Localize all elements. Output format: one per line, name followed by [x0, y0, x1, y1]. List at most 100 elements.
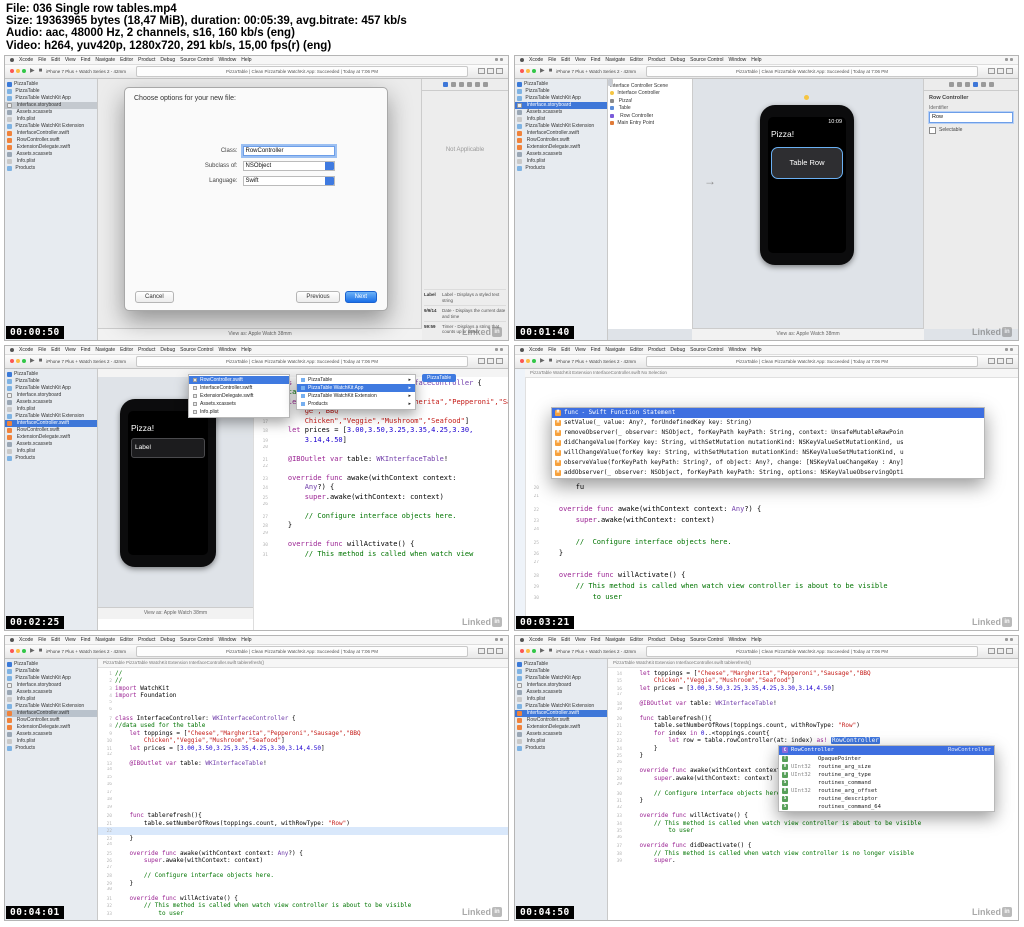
navigator-file-row[interactable]: PizzaTable — [5, 378, 97, 385]
menu-item[interactable]: Debug — [160, 57, 175, 63]
menu-item[interactable]: Window — [728, 57, 746, 63]
navigator-file-row[interactable]: Info.plist — [5, 696, 97, 703]
menu-file-item[interactable]: Info.plist — [189, 408, 289, 416]
navigator-file-row[interactable]: Assets.xcassets — [5, 689, 97, 696]
scene-outline-row[interactable]: Row Controller — [608, 112, 692, 120]
editor-toggle-buttons[interactable] — [988, 358, 1013, 365]
identifier-input[interactable]: Row — [929, 111, 1013, 123]
menu-group-item[interactable]: PizzaTable WatchKit App ▸ — [297, 383, 415, 392]
autocomplete-row[interactable]: M removeObserver(_ observer: NSObject, f… — [552, 428, 984, 438]
editor-toggle-buttons[interactable] — [478, 358, 503, 365]
source-editor[interactable]: 1// 2// 3 import WatchKit 4 import Foundat… — [98, 668, 508, 920]
menu-item[interactable]: Help — [751, 57, 761, 63]
menu-item[interactable]: Xcode — [529, 57, 543, 63]
jump-bar[interactable]: PizzaTable PizzaTable WatchKit Extension… — [98, 658, 508, 668]
window-controls[interactable] — [10, 69, 26, 74]
stop-button[interactable]: ■ — [549, 358, 553, 364]
navigator-file-row[interactable]: Info.plist — [515, 738, 607, 745]
apple-menu-icon[interactable] — [520, 637, 524, 642]
navigator-file-row[interactable]: Interface.storyboard — [5, 392, 97, 399]
menu-item[interactable]: Product — [648, 637, 665, 643]
editor-toggle-buttons[interactable] — [988, 68, 1013, 75]
cancel-button[interactable]: Cancel — [135, 290, 174, 303]
menu-item[interactable]: Debug — [160, 347, 175, 353]
menu-group-item[interactable]: PizzaTable ▸ — [297, 376, 415, 384]
navigator-file-row[interactable]: ExtensionDelegate.swift — [5, 724, 97, 731]
menu-item[interactable]: Product — [138, 57, 155, 63]
navigator-file-row[interactable]: Products — [515, 165, 607, 172]
autocomplete-row[interactable]: S routine_descriptor — [779, 795, 994, 803]
navigator-file-row[interactable]: Info.plist — [5, 448, 97, 455]
navigator-file-row[interactable]: PizzaTable — [515, 668, 607, 675]
scheme-selector[interactable]: iPhone 7 Plus + Watch Series 2 - 42mm — [46, 649, 126, 654]
autocomplete-row[interactable]: T OpaquePointer — [779, 755, 994, 763]
scheme-selector[interactable]: iPhone 7 Plus + Watch Series 2 - 42mm — [556, 69, 636, 74]
navigator-file-row[interactable]: PizzaTable WatchKit App — [5, 95, 97, 102]
menu-item[interactable]: Help — [751, 347, 761, 353]
navigator-file-row[interactable]: ExtensionDelegate.swift — [5, 144, 97, 151]
menu-item[interactable]: Navigate — [605, 57, 625, 63]
menu-item[interactable]: View — [575, 57, 586, 63]
window-controls[interactable] — [10, 359, 26, 364]
editor-toggle-buttons[interactable] — [988, 648, 1013, 655]
menu-item[interactable]: Window — [728, 637, 746, 643]
menu-item[interactable]: Find — [81, 347, 91, 353]
navigator-file-row[interactable]: InterfaceController.swift — [515, 130, 607, 137]
watch-title-label[interactable]: Pizza! — [131, 423, 205, 433]
jump-bar[interactable]: PizzaTable WatchKit Extension InterfaceC… — [608, 658, 1018, 668]
scene-outline-row[interactable]: Interface Controller — [608, 89, 692, 97]
inspector-tab-icons[interactable] — [924, 79, 1018, 91]
navigator-file-row[interactable]: Info.plist — [515, 158, 607, 165]
navigator-file-row[interactable]: InterfaceController.swift — [5, 419, 97, 427]
menu-item[interactable]: Window — [728, 347, 746, 353]
scene-outline-row[interactable]: Pizza! — [608, 97, 692, 105]
navigator-file-row[interactable]: RowController.swift — [515, 717, 607, 724]
inspector-tab-icons[interactable] — [422, 79, 508, 91]
autocomplete-selected-row[interactable]: C RowController RowController — [779, 745, 994, 755]
menu-item[interactable]: View — [575, 347, 586, 353]
navigator-file-row[interactable]: Products — [5, 455, 97, 462]
library-item[interactable]: Label Label - Displays a styled text str… — [424, 289, 506, 305]
navigator-file-row[interactable]: RowController.swift — [5, 137, 97, 144]
autocomplete-row[interactable]: V UInt32 routine_arg_offset — [779, 787, 994, 795]
navigator-file-row[interactable]: Assets.xcassets — [5, 441, 97, 448]
navigator-file-row[interactable]: InterfaceController.swift — [5, 709, 97, 717]
menu-item[interactable]: Find — [591, 637, 601, 643]
run-button[interactable]: ▶ — [30, 68, 35, 74]
navigator-file-row[interactable]: PizzaTable — [515, 88, 607, 95]
watch-preview[interactable]: 10:09 Pizza! Table Row — [760, 104, 854, 265]
menu-item[interactable]: Editor — [630, 637, 643, 643]
menu-item[interactable]: Navigate — [605, 637, 625, 643]
view-as-label[interactable]: View as: Apple Watch 38mm — [776, 331, 839, 337]
menu-item[interactable]: Editor — [120, 347, 133, 353]
run-button[interactable]: ▶ — [540, 358, 545, 364]
scene-outline-row[interactable]: Table — [608, 104, 692, 112]
navigator-file-row[interactable]: Assets.xcassets — [5, 399, 97, 406]
menu-item[interactable]: Source Control — [690, 57, 723, 63]
stop-button[interactable]: ■ — [39, 648, 43, 654]
window-controls[interactable] — [520, 359, 536, 364]
menu-item[interactable]: Editor — [120, 57, 133, 63]
menu-item[interactable]: Window — [218, 57, 236, 63]
navigator-file-row[interactable]: Products — [5, 165, 97, 172]
scheme-selector[interactable]: iPhone 7 Plus + Watch Series 2 - 42mm — [46, 69, 126, 74]
navigator-file-row[interactable]: PizzaTable WatchKit Extension — [5, 413, 97, 420]
watch-preview[interactable]: 10:09 Pizza! Label — [120, 398, 216, 567]
jump-bar-selected-chip[interactable]: PizzaTable — [422, 373, 457, 382]
menu-item[interactable]: Navigate — [95, 347, 115, 353]
navigator-file-row[interactable]: Interface.storyboard — [515, 682, 607, 689]
navigator-file-row[interactable]: InterfaceController.swift — [5, 130, 97, 137]
menu-item[interactable]: File — [548, 57, 556, 63]
field-control[interactable]: Swift — [242, 175, 335, 186]
next-button[interactable]: Next — [344, 290, 377, 303]
navigator-file-row[interactable]: RowController.swift — [5, 427, 97, 434]
menu-item[interactable]: File — [38, 637, 46, 643]
navigator-file-row[interactable]: PizzaTable WatchKit Extension — [5, 123, 97, 130]
label-row-object[interactable]: Label — [131, 437, 205, 458]
navigator-file-row[interactable]: ExtensionDelegate.swift — [5, 434, 97, 441]
navigator-file-row[interactable]: PizzaTable — [5, 81, 97, 88]
menu-item[interactable]: Source Control — [180, 57, 213, 63]
menu-item[interactable]: Find — [81, 637, 91, 643]
menu-item[interactable]: Editor — [120, 637, 133, 643]
source-editor[interactable]: 20 fu 21 22 override func awake(withCont… — [525, 481, 1018, 630]
